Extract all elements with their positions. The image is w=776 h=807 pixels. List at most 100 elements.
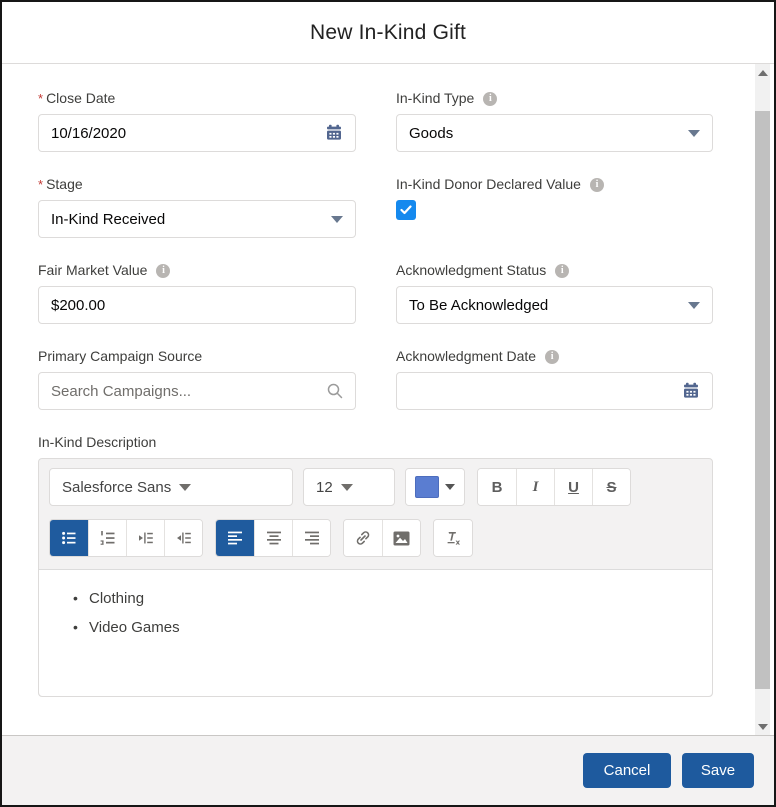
color-dropdown-arrow-icon <box>445 484 455 490</box>
field-close-date: * Close Date <box>38 90 356 152</box>
stage-select[interactable]: In-Kind Received <box>38 200 356 238</box>
field-fair-market-value: Fair Market Value i <box>38 262 356 324</box>
font-family-select[interactable]: Salesforce Sans <box>49 468 293 506</box>
align-right-button[interactable] <box>292 520 330 556</box>
align-center-button[interactable] <box>254 520 292 556</box>
clear-format-group <box>433 519 473 557</box>
campaign-search-input[interactable] <box>51 382 319 400</box>
rte-toolbar: Salesforce Sans 12 B I U S <box>39 459 712 569</box>
fair-market-value-label-text: Fair Market Value <box>38 262 148 278</box>
list-item: Video Games <box>73 619 696 636</box>
acknowledgment-date-label-text: Acknowledgment Date <box>396 348 537 364</box>
chevron-down-icon <box>688 129 700 137</box>
vertical-scrollbar[interactable] <box>755 64 770 735</box>
align-right-icon <box>304 531 319 545</box>
primary-campaign-source-label-text: Primary Campaign Source <box>38 348 203 364</box>
modal-footer: Cancel Save <box>2 735 774 805</box>
numbered-list-button[interactable] <box>88 520 126 556</box>
check-icon <box>400 205 412 215</box>
chevron-down-icon <box>688 301 700 309</box>
rte-content-area[interactable]: Clothing Video Games <box>39 569 712 696</box>
fair-market-value-input[interactable] <box>51 296 343 314</box>
bullet-list-button[interactable] <box>50 520 88 556</box>
in-kind-description-label-text: In-Kind Description <box>38 434 157 450</box>
new-in-kind-gift-modal: New In-Kind Gift * Close Date 10/16/2020… <box>0 0 776 807</box>
stage-value: In-Kind Received <box>51 210 166 228</box>
form-grid: * Close Date 10/16/2020 In-Kind Type i G… <box>38 90 774 721</box>
scroll-up-icon <box>757 69 768 76</box>
in-kind-type-label: In-Kind Type i <box>396 90 713 107</box>
indent-button[interactable] <box>126 520 164 556</box>
font-size-value: 12 <box>316 478 333 496</box>
close-date-input[interactable] <box>51 124 317 142</box>
bold-button[interactable]: B <box>478 469 516 505</box>
text-color-group <box>405 468 465 506</box>
text-color-button[interactable] <box>406 469 464 505</box>
field-in-kind-type: In-Kind Type i Goods <box>396 90 713 152</box>
list-item: Clothing <box>73 590 696 607</box>
in-kind-type-select[interactable]: Goods <box>396 114 713 152</box>
outdent-button[interactable] <box>164 520 202 556</box>
required-asterisk: * <box>38 177 44 192</box>
close-date-input-wrap <box>38 114 356 152</box>
acknowledgment-status-label: Acknowledgment Status i <box>396 262 713 279</box>
rte-toolbar-row-1: Salesforce Sans 12 B I U S <box>49 468 702 506</box>
italic-button[interactable]: I <box>516 469 554 505</box>
strikethrough-icon: S <box>606 478 617 496</box>
fair-market-value-input-wrap <box>38 286 356 324</box>
primary-campaign-source-label: Primary Campaign Source <box>38 348 356 365</box>
chevron-down-icon <box>331 215 343 223</box>
insert-group <box>343 519 421 557</box>
close-date-label-text: Close Date <box>46 90 116 106</box>
align-left-button[interactable] <box>216 520 254 556</box>
image-icon <box>393 531 410 545</box>
acknowledgment-date-label: Acknowledgment Date i <box>396 348 713 365</box>
underline-button[interactable]: U <box>554 469 592 505</box>
acknowledgment-date-input-wrap <box>396 372 713 410</box>
outdent-icon <box>176 532 191 544</box>
remove-formatting-icon <box>447 532 460 545</box>
campaign-search-wrap <box>38 372 356 410</box>
stage-label: * Stage <box>38 176 356 193</box>
required-asterisk: * <box>38 91 44 106</box>
info-icon[interactable]: i <box>589 177 604 192</box>
in-kind-type-label-text: In-Kind Type <box>396 90 475 106</box>
font-family-value: Salesforce Sans <box>62 478 172 496</box>
field-acknowledgment-status: Acknowledgment Status i To Be Acknowledg… <box>396 262 713 324</box>
link-button[interactable] <box>344 520 382 556</box>
field-primary-campaign-source: Primary Campaign Source <box>38 348 356 410</box>
save-button[interactable]: Save <box>682 753 754 788</box>
cancel-button[interactable]: Cancel <box>583 753 671 788</box>
info-icon[interactable]: i <box>555 263 570 278</box>
image-button[interactable] <box>382 520 420 556</box>
calendar-icon[interactable] <box>325 124 343 142</box>
text-color-swatch <box>415 476 439 498</box>
rich-text-editor: Salesforce Sans 12 B I U S • Clothing • … <box>38 458 713 697</box>
remove-formatting-button[interactable] <box>434 520 472 556</box>
donor-declared-value-label: In-Kind Donor Declared Value i <box>396 176 713 193</box>
modal-title: New In-Kind Gift <box>309 20 467 44</box>
modal-header: New In-Kind Gift <box>2 2 774 64</box>
list-group <box>49 519 203 557</box>
chevron-down-icon <box>179 483 192 491</box>
indent-icon <box>138 532 153 544</box>
font-size-select[interactable]: 12 <box>303 468 395 506</box>
scroll-up-button[interactable] <box>755 64 770 81</box>
calendar-icon[interactable] <box>682 382 700 400</box>
scrollbar-thumb[interactable] <box>755 111 770 689</box>
chevron-down-icon <box>340 483 353 491</box>
strikethrough-button[interactable]: S <box>592 469 630 505</box>
info-icon[interactable]: i <box>545 349 560 364</box>
align-center-icon <box>266 531 281 545</box>
info-icon[interactable]: i <box>156 263 171 278</box>
acknowledgment-status-label-text: Acknowledgment Status <box>396 262 547 278</box>
acknowledgment-date-input[interactable] <box>409 382 674 400</box>
rte-toolbar-row-2 <box>49 519 702 557</box>
donor-declared-value-checkbox[interactable] <box>396 200 416 220</box>
scroll-down-button[interactable] <box>755 718 770 735</box>
stage-label-text: Stage <box>46 176 83 192</box>
info-icon[interactable]: i <box>483 91 498 106</box>
bullet-list-icon <box>62 531 76 545</box>
scroll-down-icon <box>757 723 768 730</box>
acknowledgment-status-select[interactable]: To Be Acknowledged <box>396 286 713 324</box>
